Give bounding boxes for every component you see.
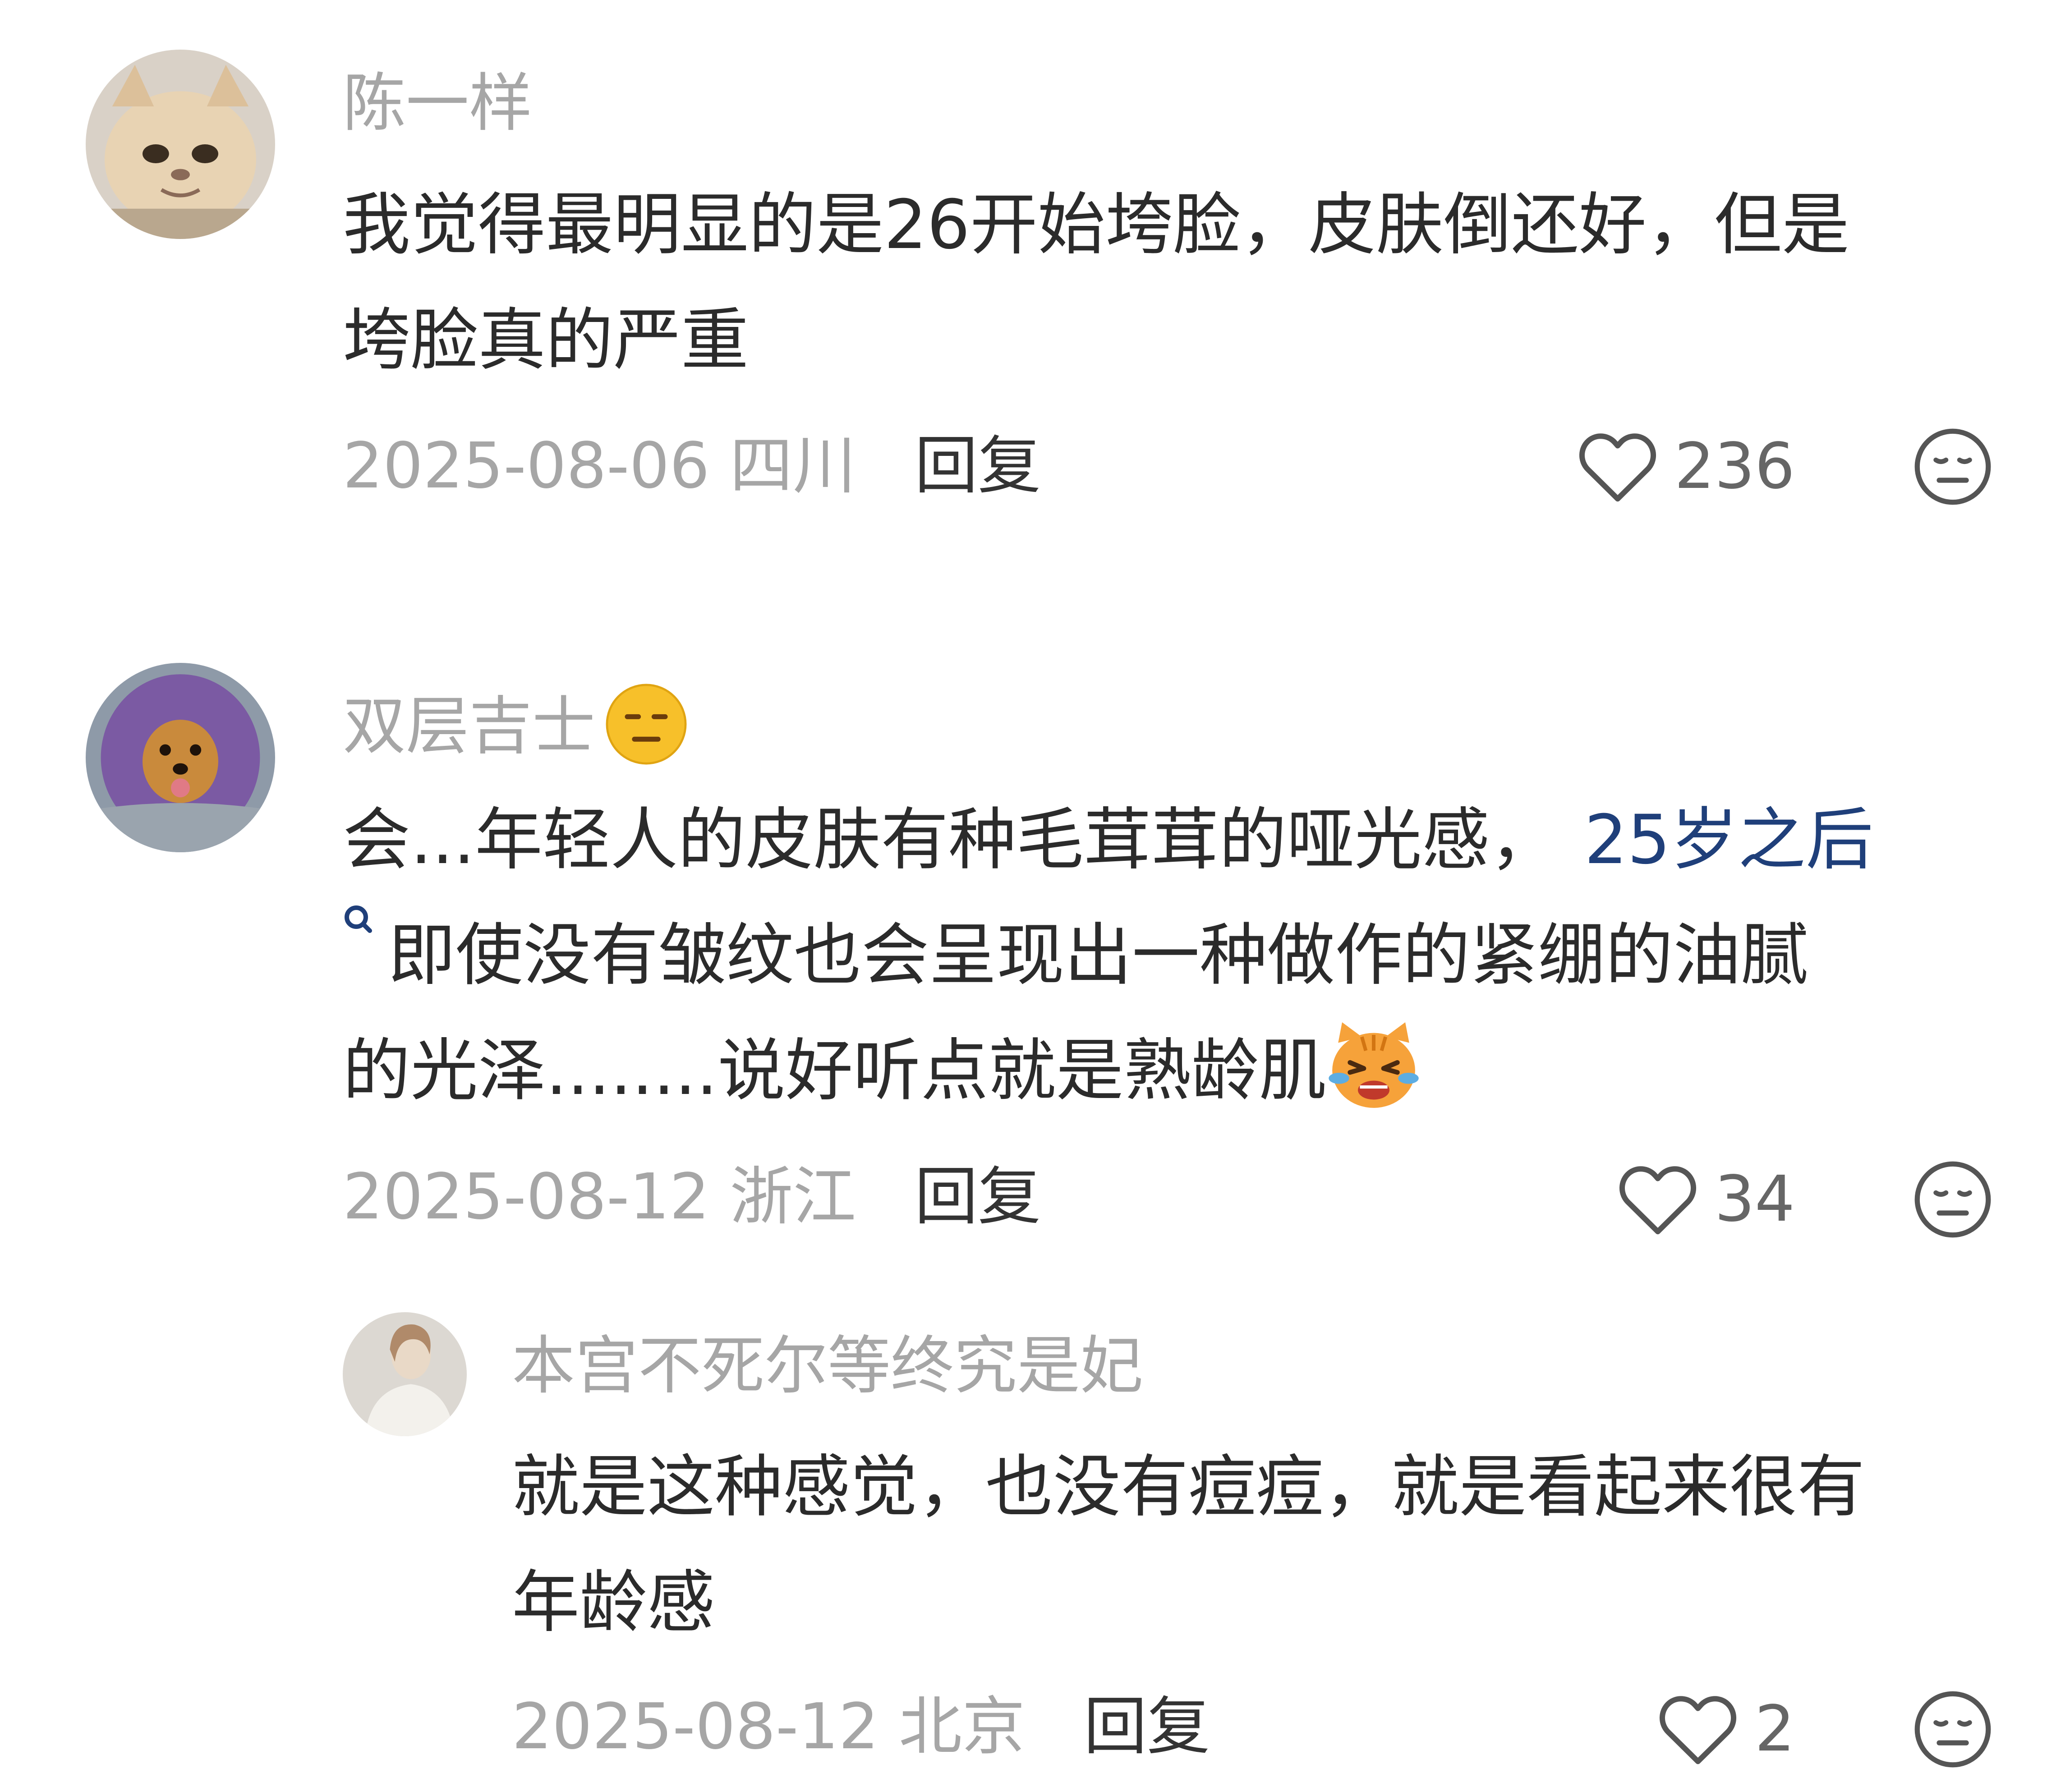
comment-text-line: 会...年轻人的皮肤有种毛茸茸的哑光感， 25岁之后 (343, 782, 1873, 898)
person-avatar-image (343, 1312, 467, 1436)
expressionless-face-emoji (606, 684, 687, 765)
username[interactable]: 陈一样 (343, 72, 532, 135)
comment-text: 就是这种感觉，也没有痘痘，就是看起来很有 年龄感 (512, 1429, 1865, 1660)
crying-cat-emoji (1329, 1022, 1419, 1108)
comment-text: 会...年轻人的皮肤有种毛茸茸的哑光感， 25岁之后 即使没有皱纹也会呈现出一种做… (343, 782, 1873, 1129)
like-count: 2 (1754, 1692, 1795, 1766)
reply-button[interactable]: 回复 (915, 429, 1041, 503)
comment-text-line: 就是这种感觉，也没有痘痘，就是看起来很有 (512, 1448, 1865, 1526)
comment-text-segment: 即使没有皱纹也会呈现出一种做作的紧绷的油腻 (388, 916, 1809, 995)
heart-icon (1619, 1166, 1696, 1235)
dislike-face-icon[interactable] (1912, 426, 1993, 507)
username-text: 双层吉士 (343, 689, 596, 763)
dislike-face-icon[interactable] (1912, 1159, 1993, 1240)
comment-text-line: 年龄感 (512, 1563, 715, 1642)
avatar[interactable] (86, 50, 275, 239)
comment-meta: 2025-08-12 浙江 回复 (343, 1166, 1041, 1229)
like-button[interactable]: 2 (1657, 1691, 1795, 1768)
username[interactable]: 双层吉士 (343, 684, 689, 773)
comment-text-line: 垮脸真的严重 (343, 301, 749, 380)
cat-avatar-image (86, 50, 275, 239)
reply-button[interactable]: 回复 (915, 1160, 1041, 1234)
like-button[interactable]: 34 (1617, 1161, 1795, 1238)
comment-thread: 陈一样 我觉得最明显的是26开始垮脸，皮肤倒还好，但是 垮脸真的严重 2025-… (0, 0, 2070, 1792)
heart-icon (1579, 433, 1656, 502)
like-count: 236 (1674, 430, 1795, 503)
like-count: 34 (1714, 1163, 1795, 1236)
dislike-face-icon[interactable] (1912, 1689, 1993, 1770)
username[interactable]: 本宫不死尔等终究是妃 (512, 1335, 1143, 1398)
date-location: 2025-08-12 北京 (512, 1690, 1026, 1764)
comment-meta: 2025-08-12 北京 回复 (512, 1696, 1210, 1759)
like-button[interactable]: 236 (1577, 428, 1795, 505)
comment-text: 我觉得最明显的是26开始垮脸，皮肤倒还好，但是 垮脸真的严重 (343, 167, 1849, 398)
reply-button[interactable]: 回复 (1084, 1690, 1210, 1764)
comment-text-line: 我觉得最明显的是26开始垮脸，皮肤倒还好，但是 (343, 186, 1849, 264)
avatar[interactable] (343, 1312, 467, 1436)
comment-text-segment: 的光泽........说好听点就是熟龄肌 (343, 1032, 1327, 1110)
search-link[interactable]: 25岁之后 (1584, 801, 1873, 879)
dog-avatar-image (86, 663, 275, 852)
comment-text-segment: 会...年轻人的皮肤有种毛茸茸的哑光感， (343, 801, 1558, 879)
date-location: 2025-08-12 浙江 (343, 1160, 856, 1234)
comment-meta: 2025-08-06 四川 回复 (343, 435, 1041, 498)
heart-icon (1659, 1696, 1736, 1764)
comment-text-line: 的光泽........说好听点就是熟龄肌 (343, 1013, 1873, 1129)
date-location: 2025-08-06 四川 (343, 429, 856, 503)
comment-text-line: 即使没有皱纹也会呈现出一种做作的紧绷的油腻 (343, 898, 1873, 1013)
avatar[interactable] (86, 663, 275, 852)
search-icon[interactable] (343, 901, 374, 947)
